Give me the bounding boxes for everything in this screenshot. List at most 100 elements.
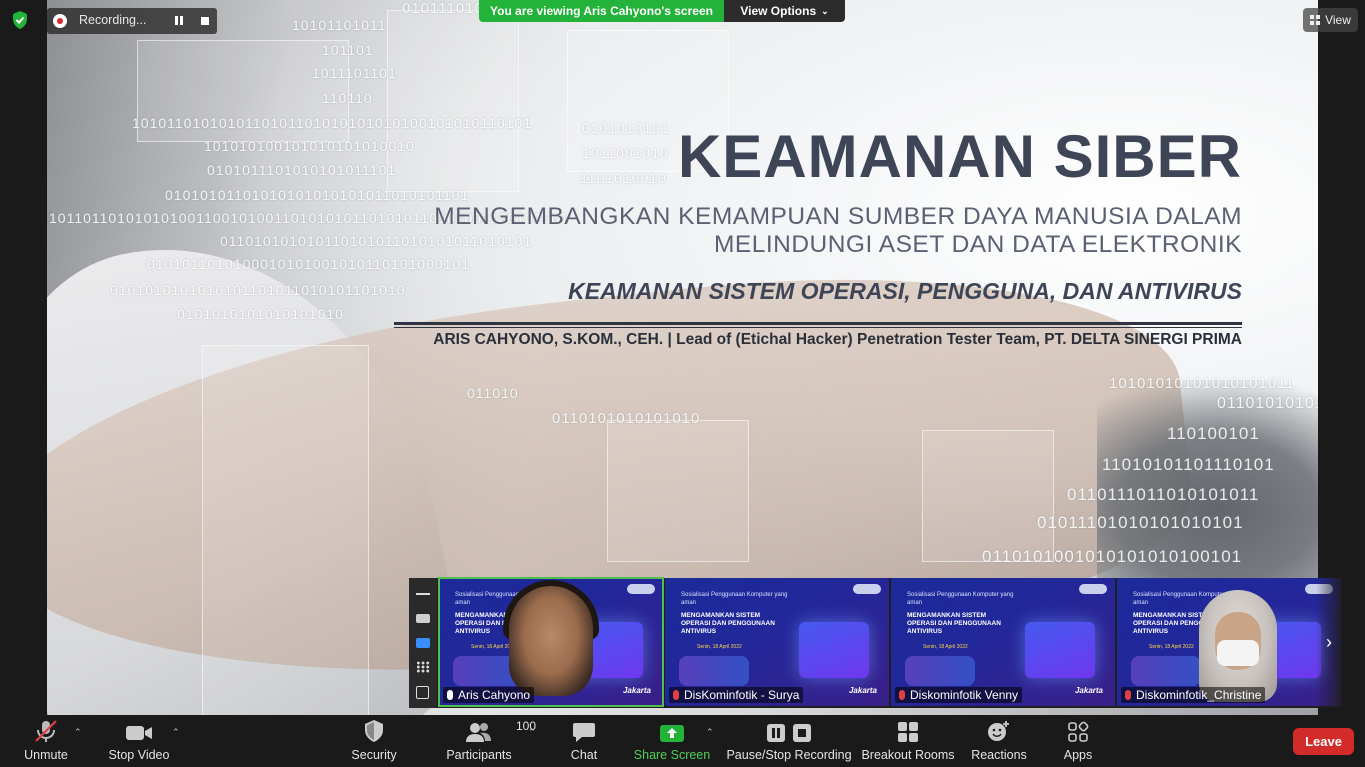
pause-stop-recording-button[interactable]: Pause/Stop Recording	[726, 715, 852, 767]
slide-binary-text: 01011101010101010101	[1037, 513, 1244, 532]
recording-icon	[53, 14, 67, 28]
slide-binary-text: 01010101101010101010101011010101101	[165, 187, 470, 203]
poster-logo	[1079, 584, 1107, 594]
breakout-rooms-button[interactable]: Breakout Rooms	[861, 715, 955, 767]
grid-view-icon	[1310, 15, 1321, 25]
apps-label: Apps	[1063, 748, 1093, 762]
speaker-view-icon[interactable]	[416, 614, 430, 623]
security-label: Security	[351, 748, 397, 762]
chevron-up-icon[interactable]: ⌃	[172, 727, 180, 738]
participants-icon	[466, 723, 491, 742]
slide-binary-text: 0110111011010101011	[1067, 485, 1260, 504]
shield-icon	[365, 720, 383, 742]
slide-binary-text: 101010100101010101010010	[204, 138, 415, 154]
recording-indicator: Recording...	[47, 8, 217, 34]
chevron-up-icon[interactable]: ⌃	[706, 727, 714, 738]
share-screen-icon	[660, 725, 684, 742]
float-window-icon[interactable]	[416, 686, 429, 699]
participant-tile[interactable]: Sosialisasi Penggunaan Komputer yang ama…	[1117, 578, 1341, 706]
participant-name-tag: Diskominfotik_Christine	[1121, 687, 1266, 703]
participant-video	[1217, 640, 1259, 666]
video-camera-icon	[126, 726, 152, 740]
poster-graphic	[905, 656, 975, 686]
poster-title: Sosialisasi Penggunaan Komputer yang ama…	[681, 592, 788, 606]
participant-name-tag: DisKominfotik - Surya	[669, 687, 804, 703]
participant-tile[interactable]: Sosialisasi Penggunaan Komputer yang ama…	[438, 577, 664, 707]
participants-label: Participants	[446, 748, 512, 762]
slide-binary-text: 0110101010101010	[552, 410, 701, 427]
view-options-button[interactable]: View Options ⌄	[724, 0, 845, 22]
poster-title: Sosialisasi Penggunaan Komputer yang ama…	[907, 592, 1014, 606]
slide-binary-text: 1011101101	[312, 65, 397, 81]
chevron-up-icon[interactable]: ⌃	[528, 727, 536, 738]
muted-microphone-icon	[35, 720, 57, 742]
slide-binary-text: 101101	[322, 42, 374, 58]
poster-date: Senin, 18 April 2022	[697, 644, 742, 650]
chevron-up-icon[interactable]: ⌃	[74, 727, 82, 738]
slide-binary-text: 1101010010	[580, 170, 667, 186]
slide-author: ARIS CAHYONO, S.KOM., CEH. | Lead of (Et…	[433, 331, 1242, 348]
pause-stop-recording-label: Pause/Stop Recording	[726, 748, 852, 762]
unmute-label: Unmute	[24, 748, 68, 762]
security-button[interactable]: Security	[345, 715, 403, 767]
view-options-label: View Options	[740, 4, 817, 18]
slide-binary-text: 0101011010100010101001010110101000101	[147, 256, 471, 272]
meeting-toolbar: Unmute ⌃ Stop Video ⌃ Security 100 Parti…	[0, 715, 1365, 767]
slide-binary-text: 1010110101010110101101010101010100101010…	[132, 115, 533, 131]
stop-recording-icon[interactable]	[199, 15, 211, 27]
participant-tile[interactable]: Sosialisasi Penggunaan Komputer yang ama…	[665, 578, 889, 706]
slide-glass-panel	[607, 420, 749, 562]
slide-binary-text: 0101010101010101010	[177, 306, 344, 322]
slide-binary-text: 110110	[322, 90, 373, 106]
participant-name-tag: Aris Cahyono	[443, 687, 535, 703]
slide-topic: KEAMANAN SISTEM OPERASI, PENGGUNA, DAN A…	[568, 278, 1242, 304]
screen-share-banner: You are viewing Aris Cahyono's screen Vi…	[479, 0, 845, 22]
slide-title: KEAMANAN SIBER	[677, 123, 1242, 190]
video-strip: Sosialisasi Penggunaan Komputer yang ama…	[409, 577, 1342, 708]
slide-binary-text: 01101010101	[1217, 395, 1318, 412]
participants-button[interactable]: 100 Participants	[444, 715, 536, 767]
slide-binary-text: 011010	[467, 385, 519, 401]
encryption-shield-icon[interactable]	[10, 10, 30, 30]
microphone-icon	[447, 690, 453, 700]
slide-binary-text: 0101011101010101011101	[207, 162, 397, 178]
participant-name-tag: Diskominfotik Venny	[895, 687, 1023, 703]
slide-glass-panel	[922, 430, 1054, 562]
unmute-button[interactable]: Unmute	[18, 715, 74, 767]
share-screen-button[interactable]: Share Screen	[634, 715, 710, 767]
minimize-icon[interactable]	[416, 593, 430, 595]
pause-recording-icon[interactable]	[173, 15, 185, 27]
participant-name: Diskominfotik Venny	[910, 688, 1019, 702]
reactions-icon	[988, 721, 1009, 741]
leave-button[interactable]: Leave	[1293, 728, 1354, 755]
viewing-screen-label: You are viewing Aris Cahyono's screen	[479, 0, 724, 22]
slide-binary-text: 011010101010110101011010101011010101	[220, 233, 533, 249]
participant-video	[509, 586, 593, 696]
slide-binary-text: 0101010101	[582, 120, 670, 136]
slide-subtitle: MENGEMBANGKAN KEMAMPUAN SUMBER DAYA MANU…	[434, 203, 1242, 230]
stop-video-button[interactable]: Stop Video	[104, 715, 174, 767]
strip-view-icon[interactable]	[416, 638, 430, 648]
chat-icon	[573, 723, 595, 742]
reactions-label: Reactions	[971, 748, 1027, 762]
poster-heading: MENGAMANKAN SISTEM OPERASI DAN PENGGUNAA…	[907, 612, 1001, 636]
slide-divider	[394, 322, 1242, 325]
muted-microphone-icon	[1125, 690, 1131, 700]
slide-divider	[394, 327, 1242, 328]
chat-button[interactable]: Chat	[566, 715, 602, 767]
stop-icon	[793, 724, 811, 742]
poster-graphic	[799, 622, 869, 678]
poster-city: Jakarta	[848, 686, 877, 695]
reactions-button[interactable]: Reactions	[970, 715, 1028, 767]
breakout-rooms-label: Breakout Rooms	[861, 748, 955, 762]
muted-microphone-icon	[673, 690, 679, 700]
chevron-right-icon[interactable]: ›	[1316, 578, 1342, 706]
poster-date: Senin, 18 April 2022	[1149, 644, 1194, 650]
participant-tile[interactable]: Sosialisasi Penggunaan Komputer yang ama…	[891, 578, 1115, 706]
view-button[interactable]: View	[1303, 8, 1358, 32]
gallery-view-icon[interactable]	[416, 661, 430, 673]
view-button-label: View	[1325, 13, 1351, 27]
breakout-rooms-icon	[898, 722, 918, 742]
apps-button[interactable]: Apps	[1058, 715, 1098, 767]
poster-graphic	[1025, 622, 1095, 678]
